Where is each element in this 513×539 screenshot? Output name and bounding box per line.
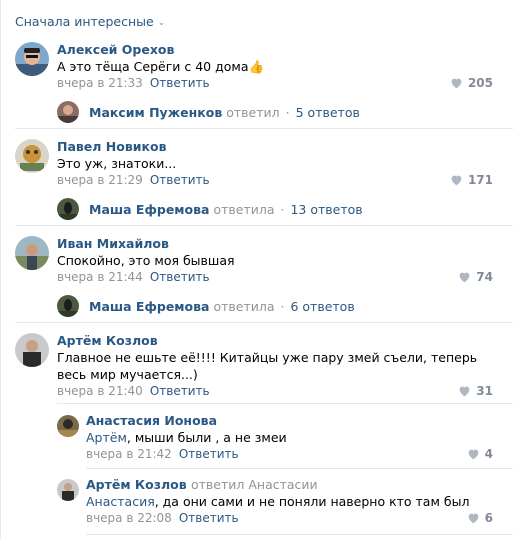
- like-button[interactable]: 4: [467, 447, 493, 463]
- comment-text: А это тёща Серёги с 40 дома👍: [57, 58, 487, 75]
- reply-meta: вчера в 22:08 Ответить: [86, 511, 239, 525]
- avatar[interactable]: [57, 479, 79, 501]
- reply-button[interactable]: Ответить: [150, 76, 210, 90]
- like-count: 205: [467, 76, 493, 90]
- reply-time[interactable]: вчера в 22:08: [86, 511, 172, 525]
- like-count: 31: [476, 384, 493, 398]
- reply-meta: вчера в 21:42 Ответить: [86, 447, 239, 461]
- heart-icon: [450, 77, 463, 92]
- divider: [15, 128, 513, 129]
- comment-time[interactable]: вчера в 21:40: [57, 384, 143, 398]
- like-count: 171: [467, 173, 493, 187]
- reply-author: Артём Козлов ответил Анастасии: [86, 477, 318, 492]
- thread-dot: ·: [280, 201, 285, 217]
- avatar[interactable]: [15, 236, 49, 270]
- thread-link[interactable]: Маша Ефремова ответила · 6 ответов: [57, 295, 355, 317]
- divider: [15, 225, 513, 226]
- comment-author[interactable]: Артём Козлов: [57, 333, 158, 348]
- avatar: [57, 295, 79, 317]
- reply-button[interactable]: Ответить: [179, 447, 239, 461]
- comment-author[interactable]: Павел Новиков: [57, 139, 167, 154]
- sort-dropdown[interactable]: Сначала интересные ⌄: [15, 14, 165, 29]
- reply-button[interactable]: Ответить: [150, 270, 210, 284]
- avatar: [57, 198, 79, 220]
- comment-meta: вчера в 21:44 Ответить: [57, 270, 210, 284]
- divider: [15, 322, 513, 323]
- divider: [86, 468, 513, 469]
- divider: [57, 403, 513, 404]
- heart-icon: [458, 385, 471, 400]
- reply-text-body: , мыши были , а не змеи: [126, 430, 287, 445]
- thread-verb: ответил: [226, 104, 280, 120]
- avatar: [57, 101, 79, 123]
- reply-text: Артём, мыши были , а не змеи: [86, 429, 506, 446]
- reply-button[interactable]: Ответить: [150, 384, 210, 398]
- avatar[interactable]: [15, 333, 49, 367]
- comment-meta: вчера в 21:29 Ответить: [57, 173, 210, 187]
- divider: [86, 534, 513, 535]
- reply-button[interactable]: Ответить: [179, 511, 239, 525]
- thread-link[interactable]: Маша Ефремова ответила · 13 ответов: [57, 198, 363, 220]
- like-button[interactable]: 6: [467, 511, 493, 527]
- heart-icon: [458, 271, 471, 286]
- reply-author-suffix[interactable]: ответил Анастасии: [191, 477, 318, 492]
- like-button[interactable]: 31: [458, 384, 493, 400]
- avatar[interactable]: [57, 415, 79, 437]
- reply-mention[interactable]: Анастасия: [86, 494, 155, 509]
- reply-mention[interactable]: Артём: [86, 430, 127, 445]
- page-border: [0, 0, 1, 539]
- heart-icon: [467, 448, 480, 463]
- like-button[interactable]: 205: [450, 76, 493, 92]
- avatar[interactable]: [15, 139, 49, 173]
- reply-time[interactable]: вчера в 21:42: [86, 447, 172, 461]
- sort-label: Сначала интересные: [15, 14, 154, 29]
- reply-text-body: , да они сами и не поняли наверно кто та…: [154, 494, 470, 509]
- thread-link[interactable]: Максим Пуженков ответил · 5 ответов: [57, 101, 360, 123]
- comment-author[interactable]: Алексей Орехов: [57, 42, 174, 57]
- thread-count: 13 ответов: [290, 201, 363, 217]
- reply-button[interactable]: Ответить: [150, 173, 210, 187]
- like-count: 74: [476, 270, 493, 284]
- reply-author[interactable]: Анастасия Ионова: [86, 413, 217, 428]
- thread-author: Маша Ефремова: [89, 298, 210, 314]
- thread-author: Максим Пуженков: [89, 104, 223, 120]
- heart-icon: [467, 512, 480, 527]
- avatar[interactable]: [15, 42, 49, 76]
- thumbs-up-emoji: 👍: [248, 59, 265, 74]
- like-count: 6: [484, 511, 493, 525]
- thread-dot: ·: [280, 298, 285, 314]
- chevron-down-icon: ⌄: [157, 18, 166, 28]
- comment-time[interactable]: вчера в 21:29: [57, 173, 143, 187]
- comment-author[interactable]: Иван Михайлов: [57, 236, 169, 251]
- thread-dot: ·: [285, 104, 290, 120]
- thread-author: Маша Ефремова: [89, 201, 210, 217]
- comment-text: Спокойно, это моя бывшая: [57, 253, 235, 268]
- like-count: 4: [484, 447, 493, 461]
- reply-author-name[interactable]: Артём Козлов: [86, 477, 187, 492]
- comment-meta: вчера в 21:40 Ответить: [57, 384, 210, 398]
- thread-verb: ответила: [213, 298, 275, 314]
- comment-time[interactable]: вчера в 21:33: [57, 76, 143, 90]
- reply-text: Анастасия, да они сами и не поняли навер…: [86, 493, 506, 510]
- thread-count: 5 ответов: [295, 104, 360, 120]
- thread-verb: ответила: [213, 201, 275, 217]
- comment-time[interactable]: вчера в 21:44: [57, 270, 143, 284]
- comment-meta: вчера в 21:33 Ответить: [57, 76, 210, 90]
- like-button[interactable]: 171: [450, 173, 493, 189]
- comment-text: Главное не ешьте её!!!! Китайцы уже пару…: [57, 350, 478, 382]
- heart-icon: [450, 174, 463, 189]
- comment-text: Это уж, знатоки...: [57, 156, 177, 171]
- thread-count: 6 ответов: [290, 298, 355, 314]
- like-button[interactable]: 74: [458, 270, 493, 286]
- comment-text-body: А это тёща Серёги с 40 дома: [57, 59, 249, 74]
